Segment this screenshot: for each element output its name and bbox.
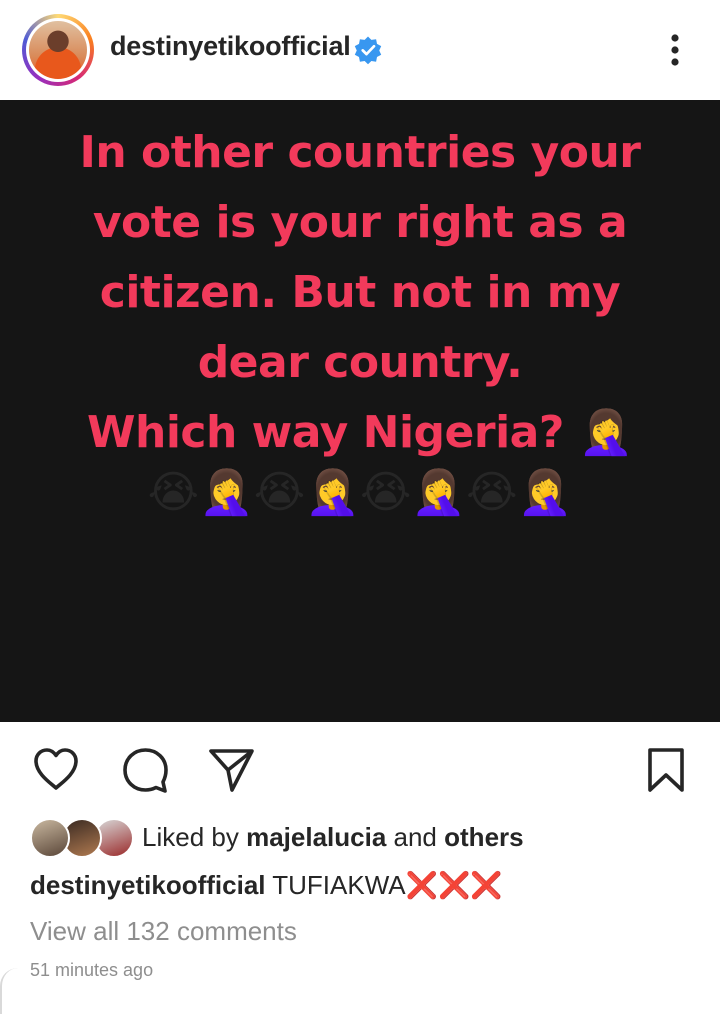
verified-badge-icon — [354, 36, 382, 65]
bookmark-icon[interactable] — [646, 746, 686, 794]
avatar-border — [26, 18, 90, 82]
liker-username[interactable]: majelalucia — [246, 822, 386, 852]
post-image-text: In other countries your vote is your rig… — [40, 118, 680, 468]
post-text-line-content: Which way Nigeria? — [86, 407, 564, 458]
likes-others-link[interactable]: others — [444, 822, 523, 852]
likes-conjunction: and — [393, 822, 437, 852]
view-comments-link[interactable]: View all 132 comments — [30, 916, 297, 947]
emoji-row: 😭🤦‍♀️😭🤦‍♀️😭🤦‍♀️😭🤦‍♀️ — [147, 468, 573, 517]
facepalm-emoji: 🤦‍♀️ — [578, 407, 634, 458]
post-text-line: vote is your right as a — [92, 197, 628, 248]
post-header: destinyetikoofficial — [0, 0, 720, 100]
cross-mark-emojis: ❌❌❌ — [405, 870, 503, 900]
liker-avatar — [30, 818, 70, 858]
post-text-line: dear country. — [197, 337, 523, 388]
caption-username[interactable]: destinyetikoofficial — [30, 870, 266, 900]
profile-avatar[interactable] — [22, 14, 94, 86]
post-timestamp: 51 minutes ago — [30, 960, 154, 980]
avatar-image — [29, 21, 87, 79]
caption-text: TUFIAKWA — [272, 870, 406, 900]
username-link[interactable]: destinyetikoofficial — [110, 31, 351, 62]
likes-prefix: Liked by — [142, 822, 239, 852]
send-icon[interactable] — [206, 746, 256, 794]
caption: destinyetikoofficial TUFIAKWA❌❌❌ — [30, 870, 503, 901]
post-text-line: citizen. But not in my — [99, 267, 621, 318]
post-text-line: In other countries your — [79, 127, 641, 178]
likes-text: Liked by majelalucia and others — [142, 822, 524, 853]
heart-icon[interactable] — [32, 746, 80, 792]
more-options-icon[interactable] — [660, 30, 690, 70]
comment-icon[interactable] — [120, 746, 170, 794]
likes-row[interactable]: Liked by majelalucia and others — [30, 818, 690, 858]
next-post-edge — [0, 968, 18, 1014]
action-bar — [0, 722, 720, 812]
